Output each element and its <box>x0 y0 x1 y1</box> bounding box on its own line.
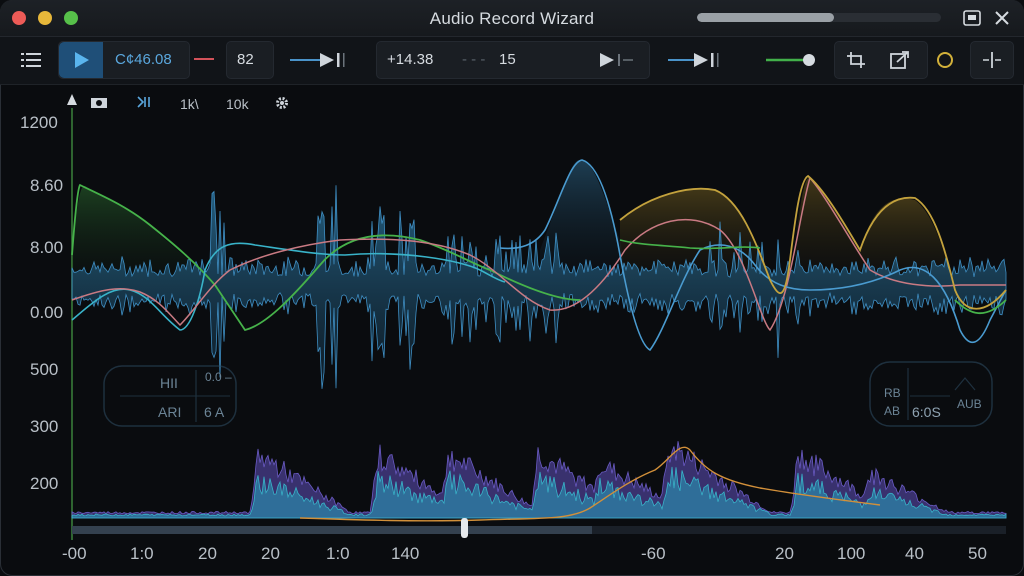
right-overlay-text-1: RB <box>884 386 901 400</box>
export-icon[interactable] <box>889 50 911 74</box>
red-level-line <box>194 58 214 60</box>
right-overlay-text-2: AB <box>884 404 901 418</box>
toolbar: C¢46.08 82 +14.38 - - - 15 <box>0 37 1024 85</box>
x-label-6: 140 <box>391 544 420 563</box>
skip-end-icon[interactable] <box>668 50 730 74</box>
dotted-separator: - - - <box>462 51 486 68</box>
x-label-11: 50 <box>968 544 987 563</box>
menu-list-icon[interactable] <box>20 50 42 74</box>
window-layout-icon[interactable] <box>962 8 982 28</box>
gain-value[interactable]: 82 <box>237 51 254 69</box>
title-progress-fill <box>697 13 834 22</box>
export-group <box>834 41 928 79</box>
x-label-2: 1:0 <box>130 544 154 563</box>
right-overlay-text-4: AUB <box>957 397 982 411</box>
time-group: +14.38 - - - 15 <box>376 41 650 79</box>
x-label-1: -00 <box>62 544 87 563</box>
x-label-8: 20 <box>775 544 794 563</box>
x-label-10: 40 <box>905 544 924 563</box>
scrubber-fill <box>72 526 592 534</box>
gain-group: 82 <box>226 41 274 79</box>
app-window: Audio Record Wizard C¢46.08 82 +14.38 - … <box>0 0 1024 576</box>
right-overlay-text-3: 6:0S <box>912 404 941 420</box>
spectrum-waveform <box>71 441 1007 519</box>
close-icon[interactable] <box>992 8 1012 28</box>
record-circle-icon[interactable] <box>934 50 956 74</box>
play-button[interactable] <box>59 42 103 78</box>
title-progress-bar <box>697 13 941 22</box>
left-overlay-text-1: HII <box>160 375 178 391</box>
left-overlay-text-4: 6 A <box>204 404 225 420</box>
volume-slider[interactable] <box>766 50 820 74</box>
split-icon[interactable] <box>981 50 1003 74</box>
waveform-display[interactable] <box>0 85 1024 576</box>
x-label-4: 20 <box>261 544 280 563</box>
x-label-9: 100 <box>837 544 866 563</box>
split-group <box>970 41 1014 79</box>
left-overlay-text-3: 0.0 – <box>205 370 232 384</box>
play-next-icon[interactable] <box>597 50 637 74</box>
crop-icon[interactable] <box>845 50 867 74</box>
x-label-3: 20 <box>198 544 217 563</box>
left-overlay-text-2: ARI <box>158 404 182 420</box>
channel-value[interactable]: C¢46.08 <box>115 51 172 69</box>
scrubber-handle[interactable] <box>461 518 468 538</box>
skip-forward-icon[interactable] <box>290 50 352 74</box>
title-bar: Audio Record Wizard <box>0 0 1024 37</box>
x-label-7: -60 <box>641 544 666 563</box>
time-value[interactable]: +14.38 <box>387 51 433 69</box>
step-value[interactable]: 15 <box>499 51 516 69</box>
channel-group: C¢46.08 <box>58 41 190 79</box>
x-label-5: 1:0 <box>326 544 350 563</box>
